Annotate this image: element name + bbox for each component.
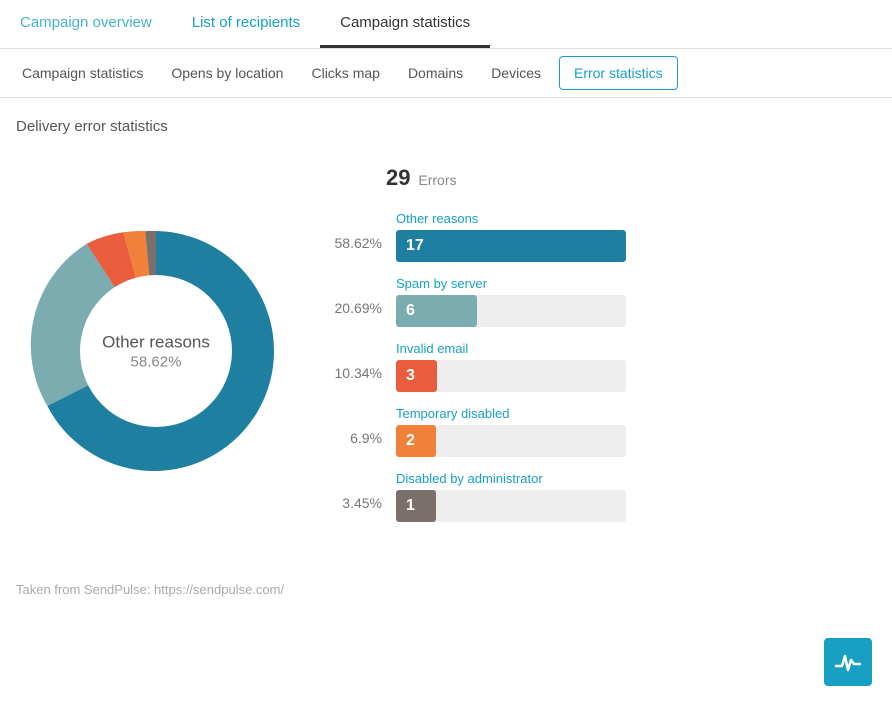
stat-pct-2: 10.34% [326, 341, 396, 381]
subtab-error-statistics[interactable]: Error statistics [559, 56, 678, 90]
section-title: Delivery error statistics [16, 118, 876, 135]
pulse-icon [834, 648, 862, 676]
top-tabs-bar: Campaign overview List of recipients Cam… [0, 0, 892, 49]
stat-bar-value-4: 1 [406, 497, 415, 515]
stat-bar-value-0: 17 [406, 237, 424, 255]
stat-rows-container: 58.62%Other reasons 17 20.69%Spam by serve… [326, 211, 876, 536]
stat-right-1: Spam by server 6 [396, 276, 876, 327]
donut-center-label: Other reasons 58.62% [102, 331, 210, 370]
stat-bar-value-3: 2 [406, 432, 415, 450]
stat-row-3: 6.9%Temporary disabled 2 [326, 406, 876, 457]
total-errors: 29 Errors [326, 165, 876, 191]
stat-label-1: Spam by server [396, 276, 876, 291]
subtab-campaign-statistics[interactable]: Campaign statistics [8, 49, 157, 97]
stat-label-4: Disabled by administrator [396, 471, 876, 486]
total-errors-label: Errors [418, 172, 456, 188]
stat-pct-4: 3.45% [326, 471, 396, 511]
stats-panel: 29 Errors 58.62%Other reasons 17 20.69%Spa… [326, 165, 876, 536]
stat-label-0: Other reasons [396, 211, 876, 226]
donut-center-pct: 58.62% [102, 353, 210, 370]
stat-bar-wrap-3: 2 [396, 425, 626, 457]
stat-bar-0: 17 [396, 230, 626, 262]
stat-row-0: 58.62%Other reasons 17 [326, 211, 876, 262]
subtab-domains[interactable]: Domains [394, 49, 477, 97]
sendpulse-float-button[interactable] [824, 638, 872, 686]
tab-list-of-recipients[interactable]: List of recipients [172, 0, 320, 48]
chart-area: Other reasons 58.62% 29 Errors 58.62%Oth… [16, 155, 876, 556]
stat-bar-value-1: 6 [406, 302, 415, 320]
stat-label-2: Invalid email [396, 341, 876, 356]
tab-campaign-statistics[interactable]: Campaign statistics [320, 0, 490, 48]
stat-pct-1: 20.69% [326, 276, 396, 316]
stat-bar-wrap-2: 3 [396, 360, 626, 392]
main-content: Delivery error statistics [0, 98, 892, 566]
stat-right-0: Other reasons 17 [396, 211, 876, 262]
stat-bar-wrap-1: 6 [396, 295, 626, 327]
stat-right-2: Invalid email 3 [396, 341, 876, 392]
donut-center-text: Other reasons [102, 331, 210, 353]
stat-row-2: 10.34%Invalid email 3 [326, 341, 876, 392]
stat-bar-wrap-0: 17 [396, 230, 626, 262]
stat-bar-4: 1 [396, 490, 436, 522]
stat-bar-value-2: 3 [406, 367, 415, 385]
subtab-clicks-map[interactable]: Clicks map [297, 49, 393, 97]
stat-label-3: Temporary disabled [396, 406, 876, 421]
stat-right-3: Temporary disabled 2 [396, 406, 876, 457]
subtab-opens-by-location[interactable]: Opens by location [157, 49, 297, 97]
footer: Taken from SendPulse: https://sendpulse.… [0, 566, 892, 613]
stat-pct-3: 6.9% [326, 406, 396, 446]
subtab-devices[interactable]: Devices [477, 49, 555, 97]
stat-row-4: 3.45%Disabled by administrator 1 [326, 471, 876, 522]
total-errors-count: 29 [386, 165, 410, 190]
sub-tabs-bar: Campaign statistics Opens by location Cl… [0, 49, 892, 98]
donut-chart: Other reasons 58.62% [26, 221, 286, 481]
stat-row-1: 20.69%Spam by server 6 [326, 276, 876, 327]
tab-campaign-overview[interactable]: Campaign overview [0, 0, 172, 48]
stat-bar-2: 3 [396, 360, 437, 392]
stat-right-4: Disabled by administrator 1 [396, 471, 876, 522]
stat-bar-3: 2 [396, 425, 436, 457]
stat-pct-0: 58.62% [326, 211, 396, 251]
stat-bar-1: 6 [396, 295, 477, 327]
stat-bar-wrap-4: 1 [396, 490, 626, 522]
